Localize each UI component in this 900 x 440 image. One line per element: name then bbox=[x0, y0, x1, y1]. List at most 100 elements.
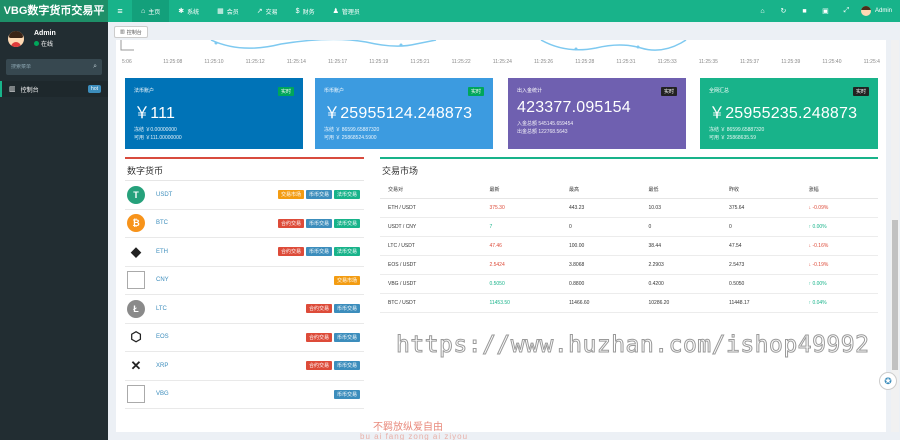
table-row[interactable]: ETH / USDT 375.30 443.23 10.03 375.64 ↓ -0.09… bbox=[380, 198, 878, 218]
coin-action-button[interactable]: 币币交易 bbox=[333, 304, 360, 314]
coin-name-link[interactable]: VBG bbox=[156, 391, 169, 397]
cell-low: 10.03 bbox=[640, 198, 722, 218]
stat-card: 法币账户 实时 ￥111 冻结 ￥0.00000000 可用 ￥111.00000000 bbox=[125, 78, 303, 149]
app-logo[interactable]: VBG数字货币交易平 bbox=[0, 0, 108, 22]
time-tick-label: 11:25:4 bbox=[863, 59, 880, 65]
table-row[interactable]: BTC / USDT 11453.50 11466.60 10286.20 11448.… bbox=[380, 293, 878, 313]
dashboard-icon: ▥ bbox=[9, 86, 16, 93]
cell-low: 38.44 bbox=[640, 236, 722, 256]
nav-item[interactable]: ↗ 交易 bbox=[248, 0, 287, 22]
cell-prev: 375.64 bbox=[721, 198, 801, 218]
time-tick-label: 11:25:12 bbox=[245, 59, 265, 65]
scroll-thumb[interactable] bbox=[892, 220, 898, 370]
coin-action-button[interactable]: 法币交易 bbox=[333, 218, 360, 228]
usdt-coin-icon: T bbox=[127, 185, 145, 204]
coin-name-link[interactable]: ETH bbox=[156, 249, 168, 255]
list-item: ✕ XRP 合约交易 币币交易 bbox=[125, 352, 364, 381]
coin-action-button[interactable]: 合约交易 bbox=[277, 218, 304, 228]
time-tick-label: 11:25:10 bbox=[204, 59, 224, 65]
table-header-cell: 最高 bbox=[560, 181, 641, 199]
time-tick-label: 11:25:37 bbox=[740, 59, 760, 65]
nav-item[interactable]: $ 财务 bbox=[287, 0, 324, 22]
nav-item[interactable]: ⌂ 主页 bbox=[132, 0, 170, 22]
cell-last: 47.46 bbox=[481, 236, 561, 256]
cell-pair: USDT / CNY bbox=[380, 217, 482, 237]
stat-card: 全网汇总 实时 ￥25955235.248873 冻结 ￥ 86599.6588732… bbox=[700, 78, 878, 149]
card-badge: 实时 bbox=[660, 87, 677, 96]
coin-name-link[interactable]: XRP bbox=[156, 363, 168, 369]
sidebar-item-dashboard[interactable]: ▥ 控制台 hot bbox=[0, 81, 108, 97]
btc-coin-icon: ₿ bbox=[127, 214, 145, 233]
coin-action-button[interactable]: 交易市场 bbox=[333, 275, 360, 285]
nav-icon: ↗ bbox=[256, 8, 263, 15]
home-icon[interactable]: ⌂ bbox=[752, 8, 773, 15]
nav-item[interactable]: ♟ 管理员 bbox=[324, 0, 369, 22]
coin-action-button[interactable]: 合约交易 bbox=[305, 332, 332, 342]
tab-label: 控制台 bbox=[126, 29, 142, 36]
sidebar-toggle-icon[interactable]: ≡ bbox=[108, 0, 132, 22]
top-right-tools: ⌂ ↻ ■ ▣ ⤢ Admin bbox=[752, 0, 900, 22]
coin-actions: 合约交易 币币交易 法币交易 bbox=[277, 247, 364, 257]
stat-card: 出入金统计 实时 423377.095154 入金总额 545145.659454 出金… bbox=[508, 78, 686, 149]
cell-last: 2.5424 bbox=[481, 255, 561, 275]
nav-item-label: 主页 bbox=[148, 9, 161, 16]
coin-action-button[interactable]: 法币交易 bbox=[333, 247, 360, 257]
coin-action-button[interactable]: 交易市场 bbox=[277, 190, 304, 200]
cell-low: 2.2903 bbox=[640, 255, 722, 275]
trash-icon[interactable]: ■ bbox=[794, 8, 815, 15]
coin-actions: 合约交易 币币交易 bbox=[305, 304, 364, 314]
card-badge: 实时 bbox=[852, 87, 869, 96]
coin-panel: 数字货币 T USDT 交易市场 币币交易 法币交易 ₿ BTC 合约交易 币币交易 法币交易 ◆ E… bbox=[125, 157, 364, 417]
table-row[interactable]: VBG / USDT 0.5050 0.8800 0.4200 0.5050 ↑ 0.00… bbox=[380, 274, 878, 294]
coin-action-button[interactable]: 币币交易 bbox=[305, 247, 332, 257]
cell-last: 11453.50 bbox=[481, 293, 561, 313]
coin-action-button[interactable]: 币币交易 bbox=[305, 190, 332, 200]
coin-action-button[interactable]: 币币交易 bbox=[333, 361, 360, 371]
coin-action-button[interactable]: 合约交易 bbox=[277, 247, 304, 257]
cell-low: 0 bbox=[640, 217, 722, 237]
sidebar-search: ⌕ bbox=[6, 59, 102, 75]
coin-action-button[interactable]: 法币交易 bbox=[333, 190, 360, 200]
coin-action-button[interactable]: 币币交易 bbox=[305, 218, 332, 228]
nav-item[interactable]: ✱ 系统 bbox=[169, 0, 208, 22]
cell-prev: 2.5473 bbox=[721, 255, 801, 275]
coin-action-button[interactable]: 币币交易 bbox=[333, 332, 360, 342]
cell-pair: BTC / USDT bbox=[380, 293, 482, 313]
table-row[interactable]: USDT / CNY 7 0 0 0 ↑ 0.00% bbox=[380, 217, 878, 237]
fullscreen-icon[interactable]: ⤢ bbox=[836, 7, 857, 15]
table-header-cell: 交易对 bbox=[380, 181, 482, 199]
coin-name-link[interactable]: BTC bbox=[156, 220, 168, 226]
stat-card: 币币账户 实时 ￥25955124.248873 冻结 ￥ 86599.6588732… bbox=[315, 78, 493, 149]
time-tick-label: 11:25:33 bbox=[657, 59, 677, 65]
translate-float-icon[interactable]: ✪ bbox=[879, 372, 897, 390]
table-row[interactable]: EOS / USDT 2.5424 3.8068 2.2903 2.5473 ↓ -0.1… bbox=[380, 255, 878, 275]
coin-action-button[interactable]: 币币交易 bbox=[333, 389, 360, 399]
list-item: ⬡ EOS 合约交易 币币交易 bbox=[125, 324, 364, 352]
main-content: 5:06 11:25:08 11:25:10 11:25:12 11:25:14 11:2… bbox=[116, 40, 886, 432]
search-icon[interactable]: ⌕ bbox=[93, 63, 97, 71]
list-item: ◆ ETH 合约交易 币币交易 法币交易 bbox=[125, 238, 364, 267]
time-tick-label: 11:25:39 bbox=[781, 59, 801, 65]
coin-name-link[interactable]: USDT bbox=[156, 192, 172, 198]
refresh-icon[interactable]: ↻ bbox=[773, 7, 794, 15]
table-row[interactable]: LTC / USDT 47.46 100.00 38.44 47.54 ↓ -0.16% bbox=[380, 236, 878, 256]
coin-action-button[interactable]: 合约交易 bbox=[305, 361, 332, 371]
avatar bbox=[8, 31, 24, 47]
coin-actions: 交易市场 bbox=[333, 275, 364, 285]
search-input[interactable] bbox=[11, 64, 94, 70]
cell-pair: ETH / USDT bbox=[380, 198, 482, 218]
coin-name-link[interactable]: CNY bbox=[156, 277, 169, 283]
table-header-row: 交易对 最新 最高 最低 昨收 涨幅 bbox=[380, 181, 878, 199]
lock-icon[interactable]: ▣ bbox=[815, 7, 836, 15]
nav-item[interactable]: ▦ 会员 bbox=[208, 0, 248, 22]
sidebar: Admin 在线 ⌕ ▥ 控制台 hot bbox=[0, 22, 108, 440]
coin-action-button[interactable]: 合约交易 bbox=[305, 304, 332, 314]
time-tick-label: 11:25:21 bbox=[410, 59, 430, 65]
coin-name-link[interactable]: EOS bbox=[156, 334, 169, 340]
cell-high: 100.00 bbox=[560, 236, 641, 256]
coin-name-link[interactable]: LTC bbox=[156, 306, 167, 312]
tab-dashboard[interactable]: ▥ 控制台 bbox=[114, 26, 148, 38]
cell-high: 0.8800 bbox=[560, 274, 641, 294]
user-menu[interactable]: Admin bbox=[860, 6, 892, 16]
change-value: 0.00% bbox=[812, 280, 827, 287]
